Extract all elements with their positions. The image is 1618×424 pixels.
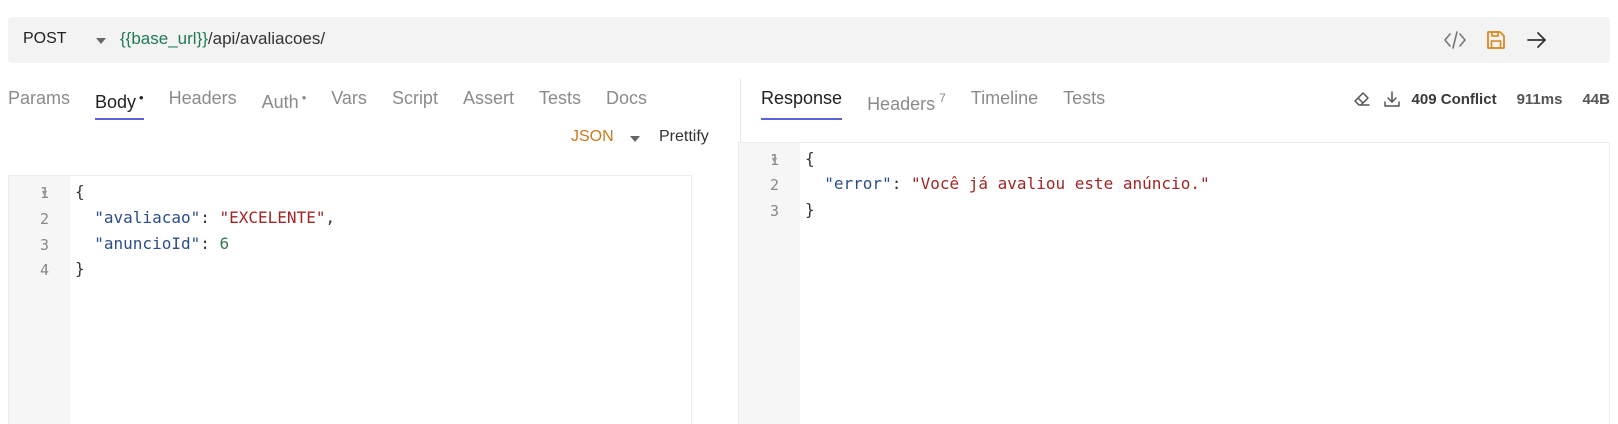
tab-vars[interactable]: Vars [331, 86, 367, 120]
tab-params[interactable]: Params [8, 86, 70, 120]
line-number: 3 [769, 202, 779, 220]
download-icon[interactable] [1382, 89, 1402, 109]
url-bar: POST {{base_url}}/api/avaliacoes/ [8, 17, 1610, 63]
tab-tests[interactable]: Tests [539, 86, 581, 120]
fold-caret-icon[interactable]: ▼ [770, 155, 779, 165]
line-number: 2 [39, 210, 49, 228]
response-body-viewer[interactable]: 1 ▼ 2 3 { "error": "Você já avaliou este… [738, 142, 1610, 424]
prettify-button[interactable]: Prettify [659, 128, 709, 146]
tab-response-headers[interactable]: Headers 7 [867, 86, 946, 120]
tab-timeline[interactable]: Timeline [971, 86, 1038, 120]
url-input[interactable]: {{base_url}}/api/avaliacoes/ [120, 29, 325, 49]
code-line: } [805, 200, 815, 219]
code-line: "error": "Você já avaliou este anúncio." [824, 174, 1210, 193]
tab-body[interactable]: Body • [95, 86, 144, 120]
url-variable: {{base_url}} [120, 29, 208, 48]
response-time: 911ms [1516, 90, 1563, 108]
modified-indicator: • [301, 90, 307, 105]
code-line: { [805, 149, 815, 168]
headers-count: 7 [939, 91, 946, 105]
tab-script[interactable]: Script [392, 86, 438, 120]
fold-caret-icon[interactable]: ▼ [40, 188, 49, 198]
line-number: 4 [39, 261, 49, 279]
caret-down-icon[interactable] [96, 38, 106, 44]
body-mode-selector[interactable]: JSON [571, 128, 614, 146]
line-number: 2 [769, 176, 779, 194]
tab-response-tests[interactable]: Tests [1063, 86, 1105, 120]
eraser-icon[interactable] [1352, 89, 1372, 109]
caret-down-icon[interactable] [630, 136, 640, 142]
send-arrow-icon[interactable] [1524, 28, 1550, 52]
tab-assert[interactable]: Assert [463, 86, 514, 120]
code-line: { [75, 182, 85, 201]
code-line: "avaliacao": "EXCELENTE", [94, 208, 336, 227]
request-body-editor[interactable]: 1 ▼ 2 3 4 { "avaliacao": "EXCELENTE", "a… [8, 175, 692, 424]
request-tabs: Params Body • Headers Auth • Vars Script A… [8, 86, 672, 122]
response-tabs: Response Headers 7 Timeline Tests [761, 86, 1130, 122]
save-icon[interactable] [1483, 28, 1509, 52]
url-path: /api/avaliacoes/ [207, 29, 326, 48]
tab-docs[interactable]: Docs [606, 86, 647, 120]
code-icon[interactable] [1442, 28, 1468, 52]
response-meta: 409 Conflict 911ms 44B [1342, 88, 1610, 110]
response-size: 44B [1582, 90, 1610, 108]
code-line: "anuncioId": 6 [94, 234, 230, 253]
method-selector[interactable]: POST [23, 30, 67, 48]
modified-indicator: • [139, 90, 144, 105]
tab-headers[interactable]: Headers [169, 86, 237, 120]
tab-response[interactable]: Response [761, 86, 843, 120]
code-line: } [75, 259, 85, 278]
status-badge: 409 Conflict [1411, 90, 1497, 108]
line-number: 3 [39, 236, 49, 254]
tab-auth[interactable]: Auth • [262, 86, 307, 120]
